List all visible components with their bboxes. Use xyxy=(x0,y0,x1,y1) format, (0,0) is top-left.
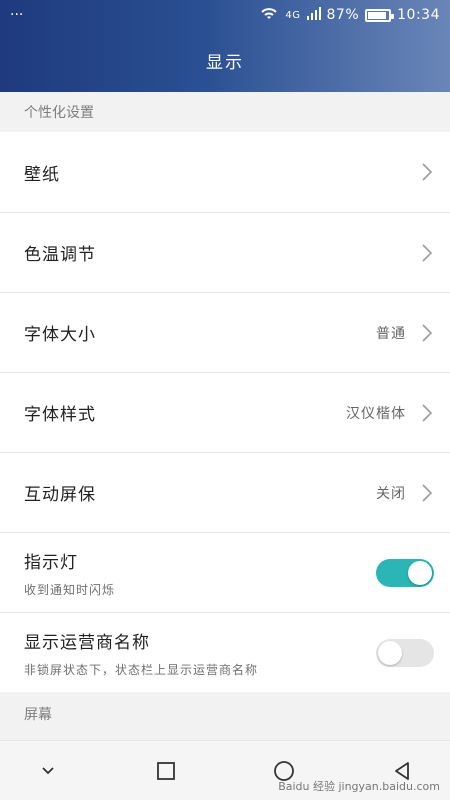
network-type: 4G xyxy=(285,9,301,21)
wifi-icon xyxy=(259,6,279,24)
toggle-knob xyxy=(378,640,402,665)
carrier-name-toggle[interactable] xyxy=(376,638,434,667)
row-label: 色温调节 xyxy=(24,245,96,265)
row-label: 显示运营商名称 xyxy=(24,632,150,653)
row-interactive-screensaver[interactable]: 互动屏保 关闭 xyxy=(0,452,450,532)
battery-icon xyxy=(365,8,395,22)
recent-apps-icon[interactable] xyxy=(146,751,186,791)
toggle-knob xyxy=(408,560,432,585)
row-color-temperature[interactable]: 色温调节 xyxy=(0,212,450,292)
section-screen: 屏幕 xyxy=(0,694,450,734)
row-font-style[interactable]: 字体样式 汉仪楷体 xyxy=(0,372,450,452)
app-header: ··· 4G 87% 10:34 显示 xyxy=(0,0,450,92)
row-show-carrier-name[interactable]: 显示运营商名称 非锁屏状态下，状态栏上显示运营商名称 xyxy=(0,612,450,692)
chevron-right-icon xyxy=(420,162,434,182)
row-label: 壁纸 xyxy=(24,164,60,185)
row-sublabel: 非锁屏状态下，状态栏上显示运营商名称 xyxy=(24,662,259,677)
settings-list: 壁纸 色温调节 字体大小 普通 字体样式 汉仪楷体 互动屏保 关闭 指示灯 收到… xyxy=(0,132,450,692)
battery-percent: 87% xyxy=(326,7,360,23)
section-personalization: 个性化设置 xyxy=(0,92,450,132)
chevron-right-icon xyxy=(420,243,434,263)
chevron-down-icon[interactable] xyxy=(28,751,68,791)
row-label: 互动屏保 xyxy=(24,485,96,505)
indicator-light-toggle[interactable] xyxy=(376,558,434,587)
row-value: 汉仪楷体 xyxy=(346,405,406,422)
row-label: 字体样式 xyxy=(24,405,96,425)
chevron-right-icon xyxy=(420,403,434,423)
signal-icon xyxy=(306,6,321,24)
page-title: 显示 xyxy=(206,53,244,73)
row-wallpaper[interactable]: 壁纸 xyxy=(0,132,450,212)
menu-dots-icon: ··· xyxy=(10,7,24,23)
navigation-bar: Baidu 经验 jingyan.baidu.com xyxy=(0,740,450,800)
row-font-size[interactable]: 字体大小 普通 xyxy=(0,292,450,372)
row-label: 指示灯 xyxy=(24,552,78,573)
row-indicator-light[interactable]: 指示灯 收到通知时闪烁 xyxy=(0,532,450,612)
chevron-right-icon xyxy=(420,483,434,503)
row-value: 关闭 xyxy=(376,485,406,502)
clock: 10:34 xyxy=(397,7,440,23)
row-sublabel: 收到通知时闪烁 xyxy=(24,582,116,597)
status-bar: ··· 4G 87% 10:34 xyxy=(0,0,450,30)
watermark: Baidu 经验 jingyan.baidu.com xyxy=(278,780,440,793)
row-label: 字体大小 xyxy=(24,325,96,345)
chevron-right-icon xyxy=(420,323,434,343)
row-value: 普通 xyxy=(376,325,406,342)
